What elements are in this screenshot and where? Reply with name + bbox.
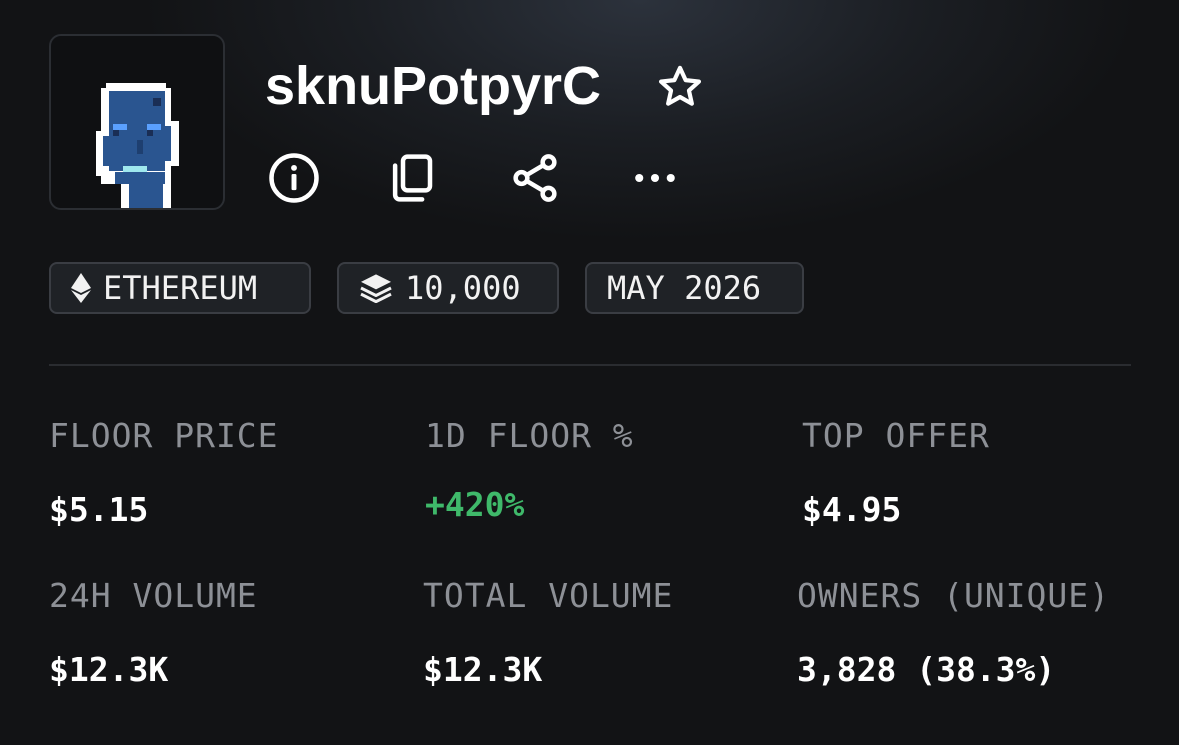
floor-price-label: FLOOR PRICE [49, 416, 279, 455]
copy-button[interactable] [384, 150, 440, 206]
total-volume-label: TOTAL VOLUME [423, 576, 674, 615]
top-offer-label: TOP OFFER [802, 416, 990, 455]
collection-avatar [49, 34, 225, 210]
floor-change-value: +420% [425, 485, 525, 524]
copy-icon [392, 154, 433, 202]
more-icon [635, 173, 675, 183]
layers-icon [359, 273, 393, 303]
volume-24h-label: 24H VOLUME [49, 576, 258, 615]
info-button[interactable] [266, 150, 322, 206]
owners-label: OWNERS (UNIQUE) [797, 576, 1111, 615]
floor-price-value: $5.15 [49, 490, 149, 529]
pixel-punk-image [96, 83, 181, 208]
date-label: MAY 2026 [607, 269, 762, 307]
info-icon [269, 153, 319, 203]
favorite-button[interactable] [655, 62, 705, 112]
volume-24h-value: $12.3K [49, 650, 169, 689]
chain-chip[interactable]: ETHEREUM [49, 262, 311, 314]
owners-value: 3,828 (38.3%) [797, 650, 1056, 689]
chain-label: ETHEREUM [103, 269, 258, 307]
top-offer-value: $4.95 [802, 490, 902, 529]
divider [49, 364, 1131, 366]
star-icon [658, 65, 702, 106]
ethereum-icon [71, 273, 91, 303]
share-button[interactable] [507, 150, 563, 206]
collection-title: sknuPotpyrC [265, 56, 602, 116]
total-volume-value: $12.3K [423, 650, 543, 689]
floor-change-label: 1D FLOOR % [425, 416, 634, 455]
share-icon [513, 154, 557, 202]
supply-label: 10,000 [405, 269, 521, 307]
more-button[interactable] [627, 150, 683, 206]
supply-chip[interactable]: 10,000 [337, 262, 559, 314]
date-chip[interactable]: MAY 2026 [585, 262, 804, 314]
